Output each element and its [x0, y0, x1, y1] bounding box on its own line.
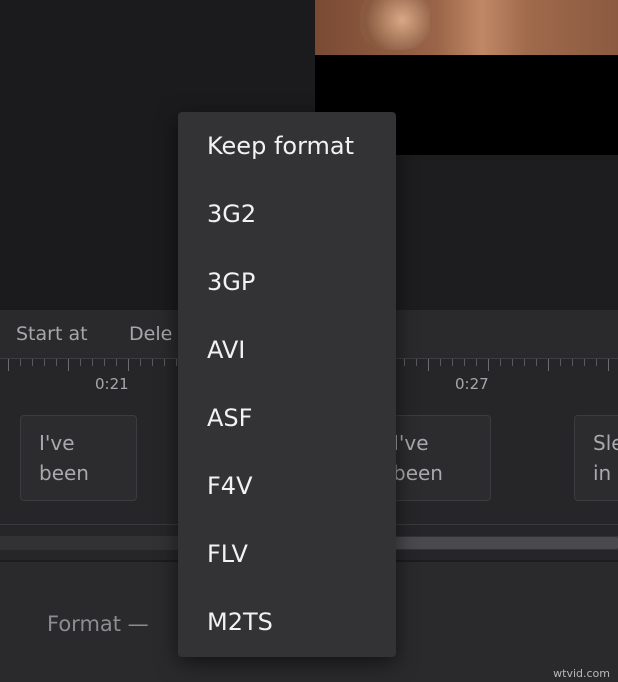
clip-text-line: been [393, 461, 443, 485]
format-dropdown-menu: Keep format 3G2 3GP AVI ASF F4V FLV M2TS [178, 112, 396, 657]
ruler-tick [20, 358, 21, 366]
ruler-tick [512, 358, 513, 366]
format-option-keep-format[interactable]: Keep format [207, 132, 354, 160]
clip-text-line: I've [39, 431, 75, 455]
ruler-tick [56, 358, 57, 366]
time-label: 0:27 [455, 375, 489, 393]
ruler-tick [116, 358, 117, 366]
ruler-tick [548, 358, 549, 371]
format-option-3gp[interactable]: 3GP [207, 268, 255, 296]
watermark: wtvid.com [553, 667, 610, 680]
ruler-tick [152, 358, 153, 366]
ruler-tick [608, 358, 609, 371]
delete-button[interactable]: Dele [129, 323, 172, 345]
ruler-tick [584, 358, 585, 366]
format-option-f4v[interactable]: F4V [207, 472, 253, 500]
ruler-tick [164, 358, 165, 366]
subtitle-clip[interactable]: I've been [20, 415, 137, 501]
ruler-tick [488, 358, 489, 371]
ruler-tick [452, 358, 453, 366]
clip-text-line: I've [393, 431, 429, 455]
ruler-tick [8, 358, 9, 371]
ruler-tick [80, 358, 81, 366]
clip-text-line: been [39, 461, 89, 485]
format-option-avi[interactable]: AVI [207, 336, 245, 364]
format-option-flv[interactable]: FLV [207, 540, 248, 568]
start-at-button[interactable]: Start at [16, 323, 88, 345]
ruler-tick [104, 358, 105, 366]
ruler-tick [32, 358, 33, 366]
format-option-m2ts[interactable]: M2TS [207, 608, 273, 636]
ruler-tick [560, 358, 561, 366]
ruler-tick [404, 358, 405, 366]
clip-text-line: in [593, 461, 612, 485]
ruler-tick [440, 358, 441, 366]
ruler-tick [140, 358, 141, 366]
video-frame-image [315, 0, 618, 55]
time-label: 0:21 [95, 375, 129, 393]
ruler-tick [68, 358, 69, 371]
ruler-tick [572, 358, 573, 366]
format-label: Format — [47, 612, 149, 636]
ruler-tick [44, 358, 45, 366]
ruler-tick [428, 358, 429, 371]
subtitle-clip[interactable]: Sle in [574, 415, 618, 501]
ruler-tick [524, 358, 525, 366]
ruler-tick [536, 358, 537, 366]
ruler-tick [416, 358, 417, 366]
ruler-tick [596, 358, 597, 366]
scrollbar-thumb[interactable] [395, 537, 618, 549]
format-option-asf[interactable]: ASF [207, 404, 252, 432]
clip-text-line: Sle [593, 431, 618, 455]
ruler-tick [500, 358, 501, 366]
ruler-tick [92, 358, 93, 366]
format-option-3g2[interactable]: 3G2 [207, 200, 256, 228]
ruler-tick [464, 358, 465, 366]
ruler-tick [128, 358, 129, 371]
ruler-tick [476, 358, 477, 366]
ruler-tick [176, 358, 177, 366]
